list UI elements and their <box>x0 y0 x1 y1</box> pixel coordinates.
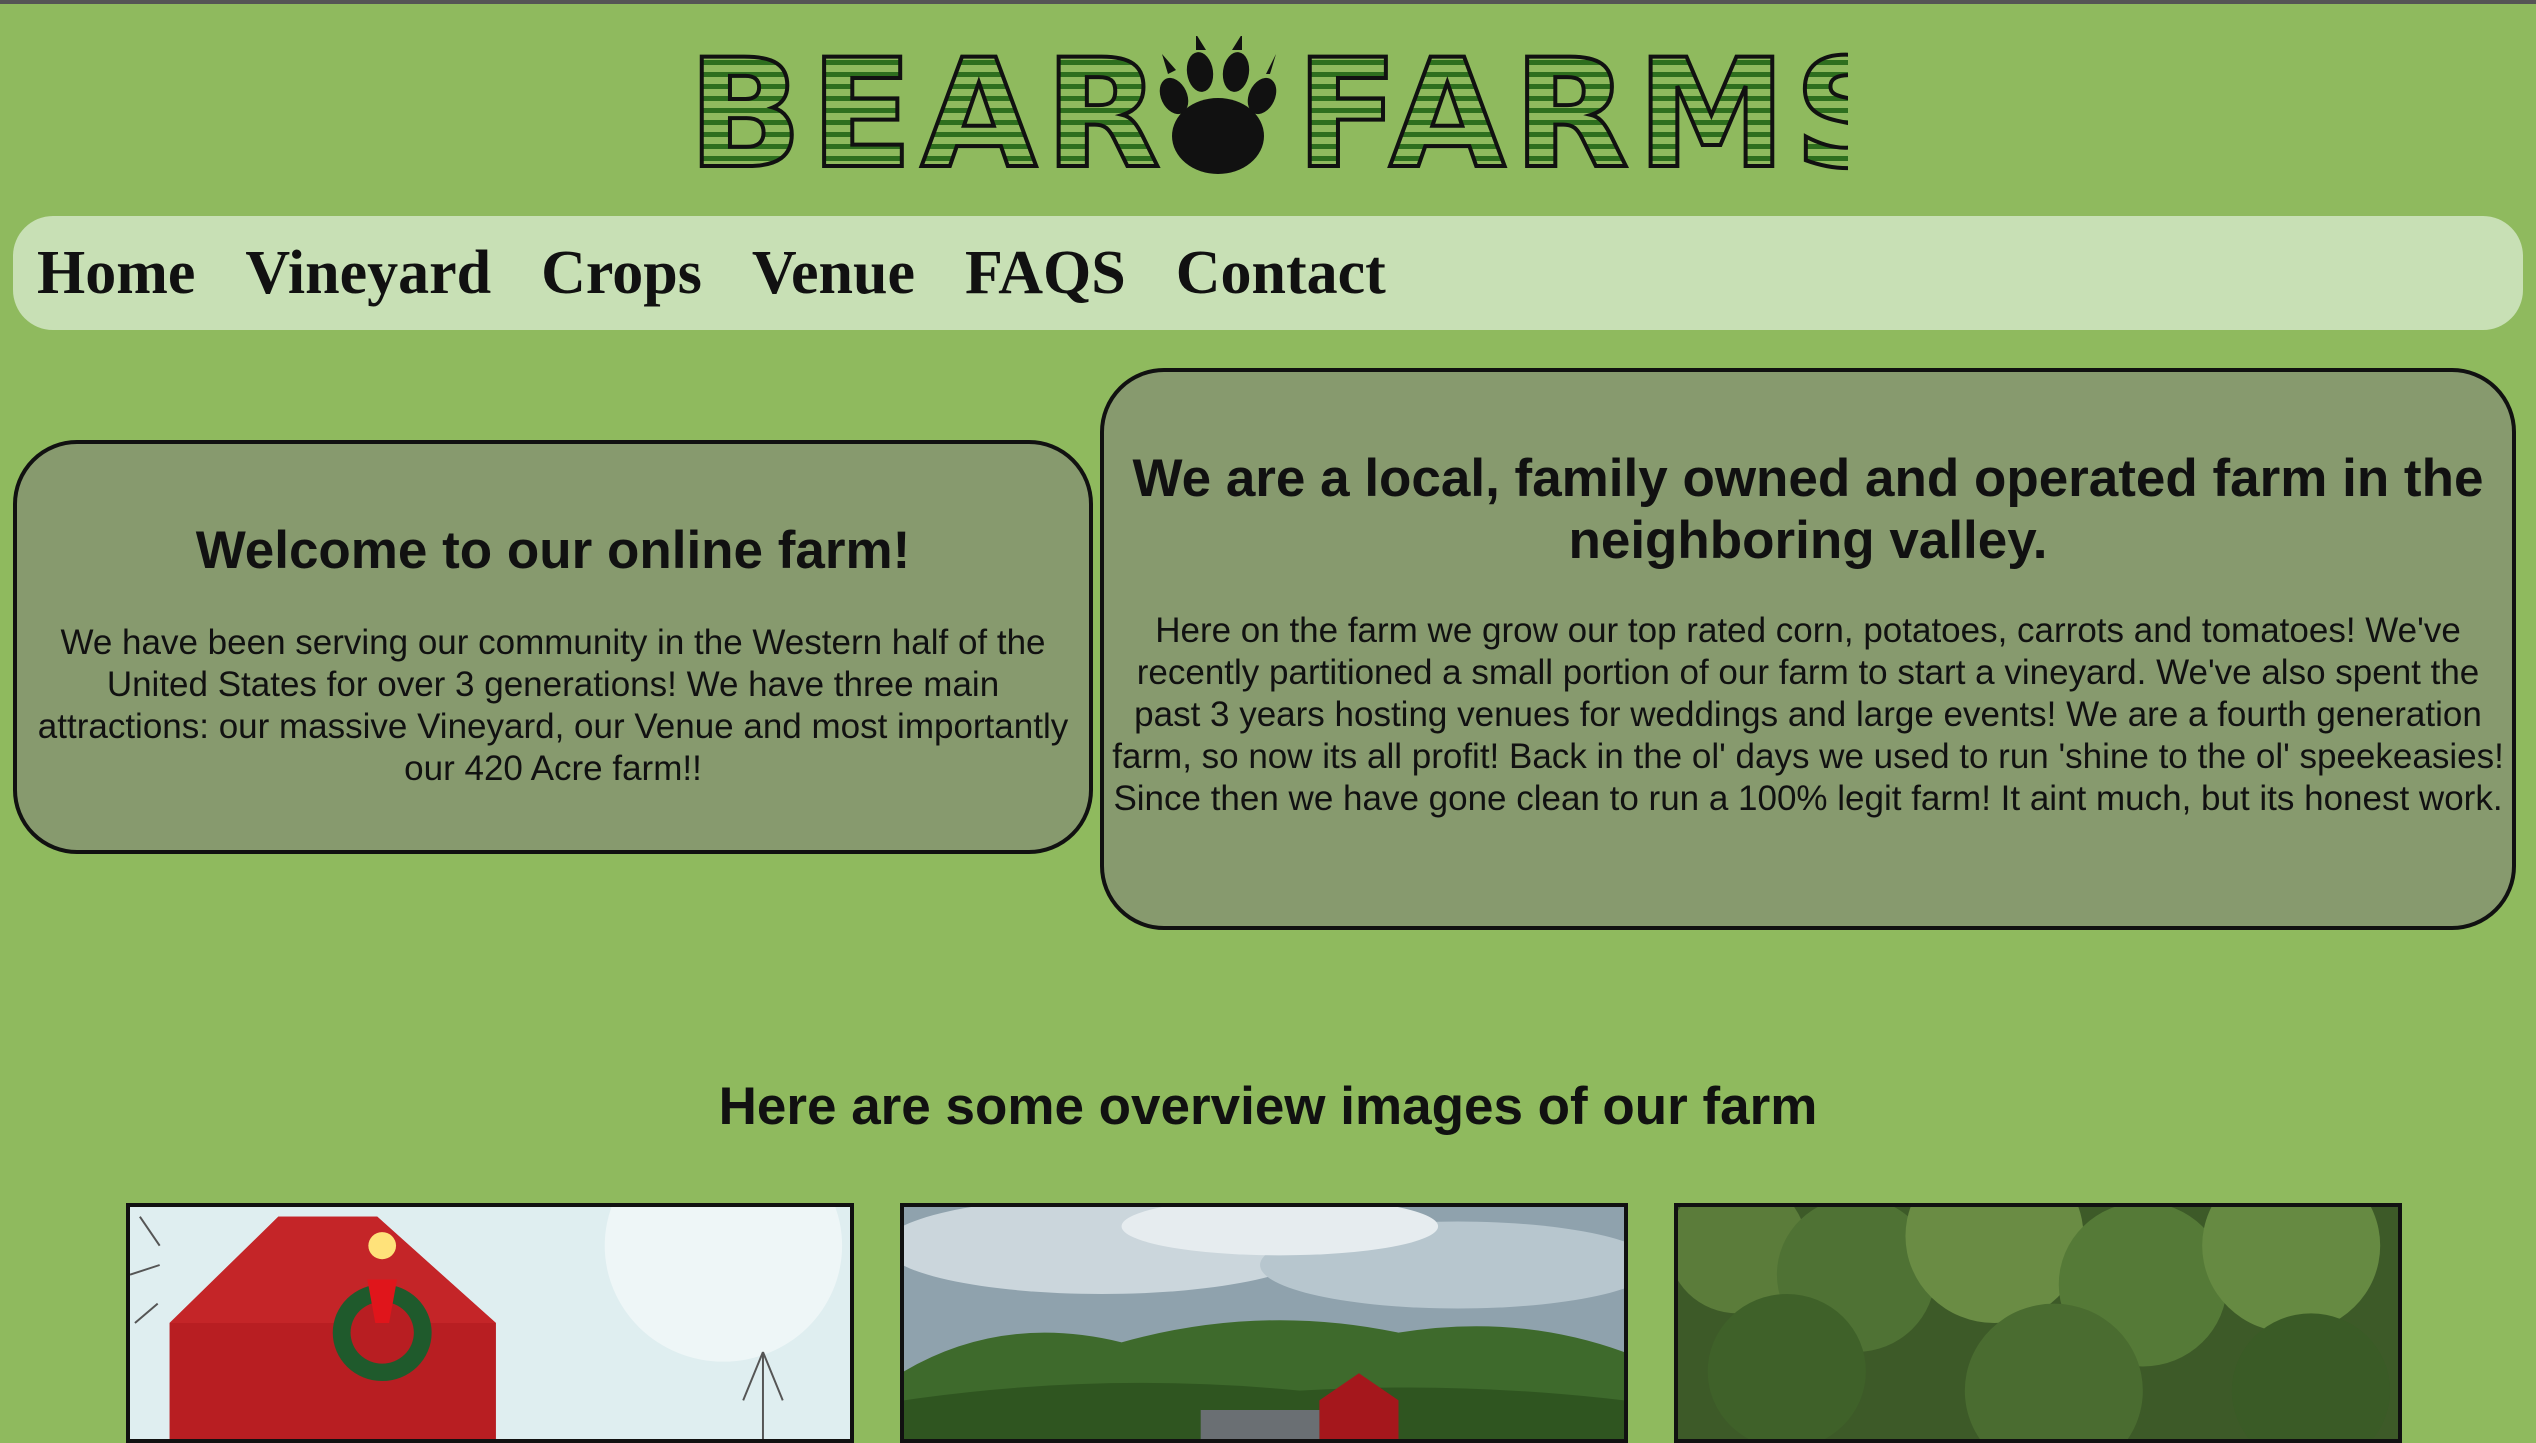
about-card: We are a local, family owned and operate… <box>1100 368 2516 930</box>
nav-contact-link[interactable]: Contact <box>1176 242 1386 304</box>
welcome-card: Welcome to our online farm! We have been… <box>13 440 1093 854</box>
nav-home-link[interactable]: Home <box>37 242 195 304</box>
about-body: Here on the farm we grow our top rated c… <box>1112 611 2504 818</box>
nav-venue-link[interactable]: Venue <box>752 242 915 304</box>
farm-photo-winter-barn[interactable] <box>126 1203 854 1443</box>
bear-paw-icon <box>1159 36 1277 174</box>
farm-photo-green-trees[interactable] <box>1674 1203 2402 1443</box>
nav-faqs-link[interactable]: FAQS <box>965 242 1126 304</box>
site-logo[interactable]: BEAR FARMS <box>0 36 2536 186</box>
overview-heading: Here are some overview images of our far… <box>718 1077 1818 1136</box>
logo-word-farms: FARMS <box>1296 36 1848 186</box>
about-title: We are a local, family owned and operate… <box>1132 449 2484 570</box>
welcome-body: We have been serving our community in th… <box>37 623 1069 788</box>
logo-graphic: BEAR FARMS <box>688 36 1848 186</box>
main-nav: Home Vineyard Crops Venue FAQS Contact <box>13 216 2523 330</box>
farm-photo-red-barn-hills[interactable] <box>900 1203 1628 1443</box>
nav-crops-link[interactable]: Crops <box>541 242 702 304</box>
welcome-title: Welcome to our online farm! <box>195 521 911 580</box>
top-border <box>0 0 2536 4</box>
logo-word-bear: BEAR <box>688 36 1168 186</box>
nav-vineyard-link[interactable]: Vineyard <box>245 242 491 304</box>
